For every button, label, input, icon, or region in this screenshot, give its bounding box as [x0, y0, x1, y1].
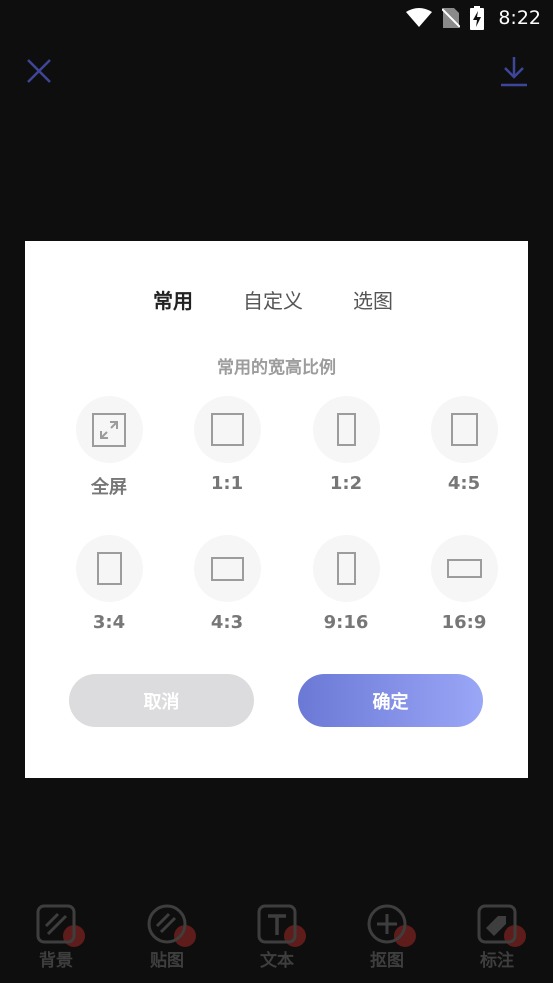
no-sim-icon: [442, 8, 461, 28]
dialog-tabs: 常用 自定义 选图: [25, 285, 528, 315]
tab-common[interactable]: 常用: [153, 285, 193, 314]
ratio-label: 1:2: [329, 473, 363, 494]
ratio-1-1-icon: [210, 413, 244, 446]
toolbar-label: 贴图: [150, 951, 184, 971]
ratio-label: 4:3: [210, 612, 244, 633]
ratio-3-4-icon: [96, 552, 122, 585]
toolbar-cutout-button[interactable]: 抠图: [347, 898, 427, 971]
ratio-label: 1:1: [210, 473, 244, 494]
ratio-option-fullscreen[interactable]: 全屏: [59, 396, 159, 499]
tag-icon: [477, 904, 517, 944]
bottom-toolbar: 背景 贴图 文本 抠图 标注: [0, 898, 553, 983]
ratio-label: 全屏: [91, 477, 127, 498]
ratio-option-9-16[interactable]: 9:16: [296, 535, 396, 633]
status-bar: 8:22: [0, 0, 553, 38]
cutout-icon: [367, 904, 407, 944]
toolbar-label: 文本: [260, 951, 294, 971]
ratio-label: 4:5: [447, 473, 481, 494]
sticker-icon: [147, 904, 187, 944]
fullscreen-icon: [92, 412, 126, 447]
download-icon[interactable]: [498, 54, 530, 88]
ratio-option-3-4[interactable]: 3:4: [59, 535, 159, 633]
toolbar-tag-button[interactable]: 标注: [457, 898, 537, 971]
confirm-button[interactable]: 确定: [298, 674, 483, 727]
toolbar-label: 背景: [39, 951, 73, 971]
tab-custom[interactable]: 自定义: [243, 285, 303, 314]
tab-select-image[interactable]: 选图: [353, 285, 393, 314]
ratio-4-3-icon: [210, 556, 244, 581]
ratio-option-1-1[interactable]: 1:1: [177, 396, 277, 494]
ratio-option-1-2[interactable]: 1:2: [296, 396, 396, 494]
close-icon[interactable]: [24, 56, 54, 86]
toolbar-text-button[interactable]: 文本: [237, 898, 317, 971]
battery-charging-icon: [470, 6, 485, 30]
ratio-1-2-icon: [336, 413, 356, 446]
ratio-label: 16:9: [441, 612, 487, 633]
dialog-subtitle: 常用的宽高比例: [217, 358, 336, 378]
text-icon: [257, 904, 297, 944]
ratio-9-16-icon: [336, 552, 356, 585]
toolbar-label: 标注: [480, 951, 514, 971]
cancel-button[interactable]: 取消: [69, 674, 254, 727]
toolbar-sticker-button[interactable]: 贴图: [127, 898, 207, 971]
ratio-16-9-icon: [446, 559, 482, 578]
wifi-icon: [406, 8, 433, 27]
toolbar-background-button[interactable]: 背景: [16, 898, 96, 971]
ratio-label: 9:16: [323, 612, 369, 633]
ratio-label: 3:4: [92, 612, 126, 633]
ratio-4-5-icon: [450, 413, 478, 446]
status-time: 8:22: [498, 7, 541, 29]
toolbar-label: 抠图: [370, 951, 404, 971]
ratio-option-16-9[interactable]: 16:9: [414, 535, 514, 633]
ratio-option-4-5[interactable]: 4:5: [414, 396, 514, 494]
background-icon: [36, 904, 76, 944]
ratio-option-4-3[interactable]: 4:3: [177, 535, 277, 633]
aspect-ratio-dialog: 常用 自定义 选图 常用的宽高比例 全屏 1:1 1:2 4:5 3:4 4:3…: [25, 241, 528, 778]
